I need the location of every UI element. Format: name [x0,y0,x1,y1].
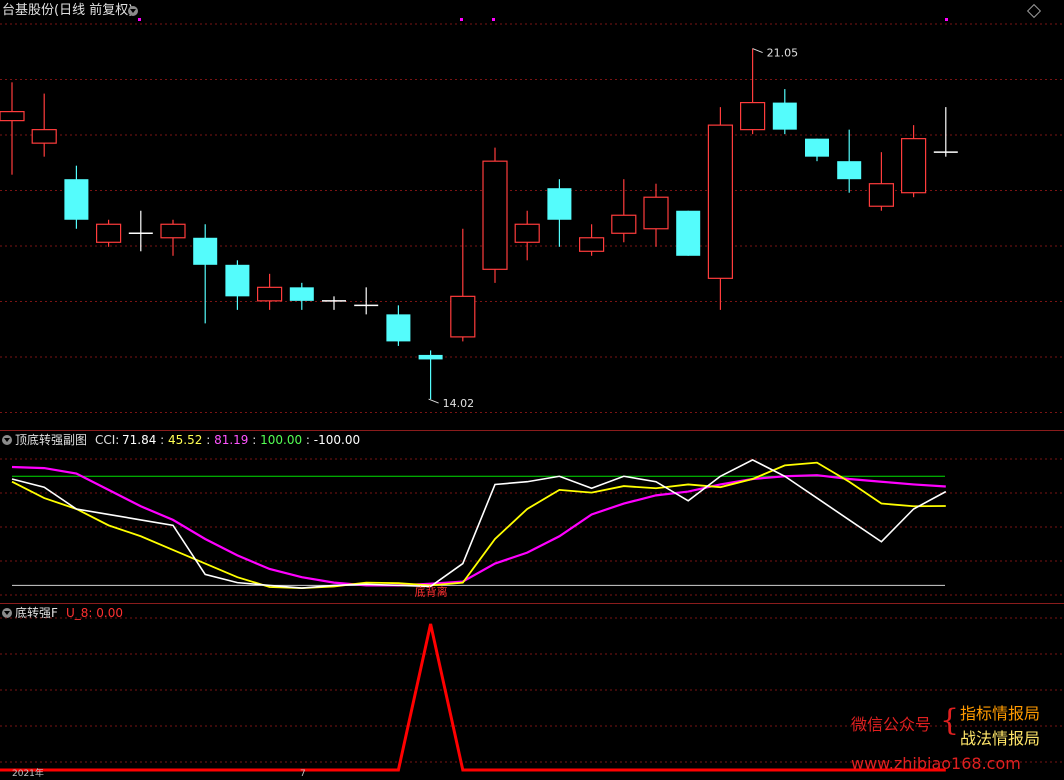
candle-body [739,101,766,131]
candle-body [868,183,895,207]
candle-body [482,160,508,270]
watermark: 微信公众号 { 指标情报局 战法情报局 www.zhibiao168.com [845,702,1060,778]
candle-body [611,214,637,234]
axis-hint-left: 2021年 [12,769,44,779]
watermark-brace: { [940,703,960,738]
candle-body [257,286,283,302]
candle-body [418,354,443,360]
candle-body [193,237,218,265]
axis-hint-mid: 7 [300,769,306,779]
watermark-url: www.zhibiao168.com [851,754,1021,773]
candle-body [95,223,122,243]
candle-body [578,237,605,252]
watermark-wechat: 微信公众号 [851,715,932,734]
candle-body [676,210,701,256]
candle-body [289,287,314,301]
watermark-brand-top: 指标情报局 [960,704,1041,723]
candle-body [386,314,411,342]
candle-body [837,161,862,180]
cci-line-magenta [11,465,946,587]
low-pointer [428,398,439,404]
candle-body [64,179,89,220]
high-price-label: 21.05 [767,47,799,60]
main-chart-panel[interactable]: 台基股份(日线 前复权) 21.05 14.02 [0,0,1064,430]
cci-line-chart[interactable]: 底背离 [0,431,1064,603]
candle-body [805,138,829,157]
candle-body [707,124,734,279]
candle-body [0,111,25,122]
low-price-label: 14.02 [443,397,475,410]
candle-body [900,138,927,194]
candle-body [514,223,540,243]
candle-body [31,129,57,144]
signal-line [0,623,946,772]
candle-body [772,102,797,130]
cci-line-white [11,459,947,589]
cci-indicator-panel[interactable]: 顶底转强副图 CCI: 71.84 : 45.52 : 81.19 : 100.… [0,431,1064,603]
watermark-brand-bottom: 战法情报局 [960,729,1041,748]
candle-body [547,188,572,220]
candlestick-chart[interactable]: 21.05 14.02 [0,0,1064,430]
candle-body [643,196,669,230]
candle-body [225,264,250,297]
candle-body [450,295,476,338]
bottom-divergence-signal: 底背离 [415,584,448,598]
high-pointer [752,48,763,53]
candle-body [160,223,186,239]
